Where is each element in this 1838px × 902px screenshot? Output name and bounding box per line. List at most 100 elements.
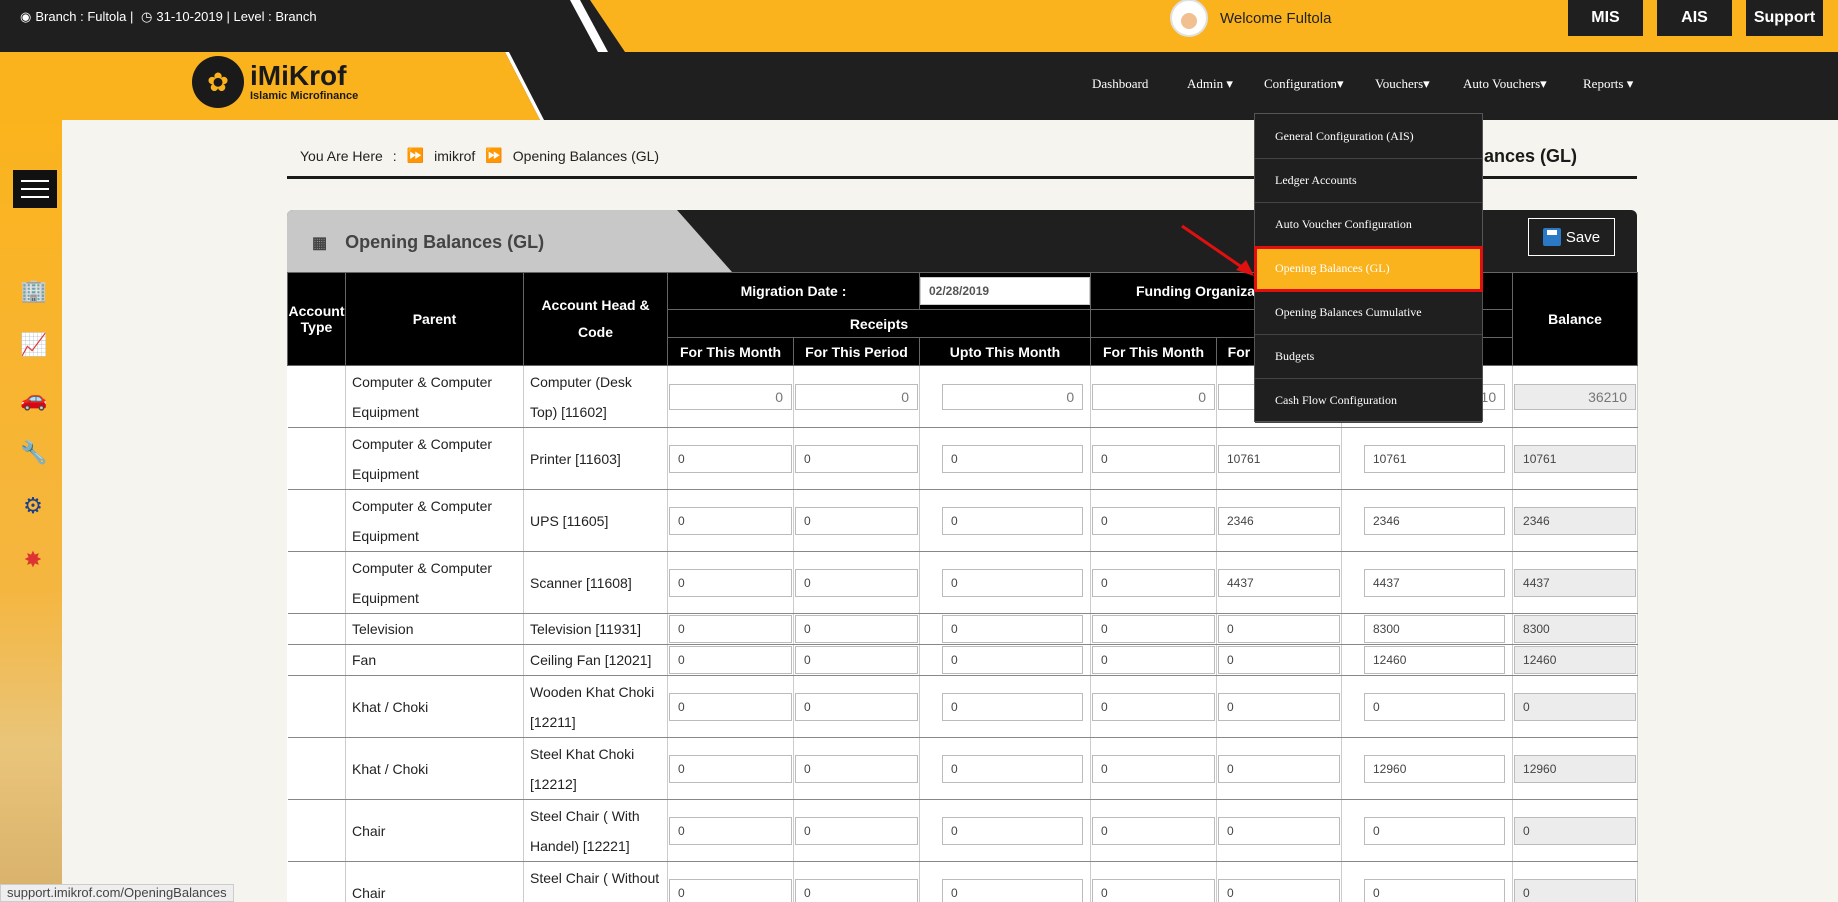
chart-icon[interactable]: 📈 bbox=[20, 332, 47, 358]
amount-input[interactable]: 8300 bbox=[1364, 615, 1506, 643]
amount-input[interactable]: 0 bbox=[1218, 878, 1340, 902]
breadcrumb-root[interactable]: imikrof bbox=[434, 148, 475, 164]
nav-reports[interactable]: Reports ▾ bbox=[1583, 76, 1633, 92]
amount-input[interactable]: 0 bbox=[669, 878, 792, 902]
amount-input[interactable]: 0 bbox=[1364, 878, 1506, 902]
amount-input[interactable]: 0 bbox=[795, 506, 918, 535]
amount-input[interactable]: 0 bbox=[669, 444, 792, 473]
menu-item-opening-balances-cumulative[interactable]: Opening Balances Cumulative bbox=[1255, 291, 1482, 335]
amount-input[interactable]: 0 bbox=[795, 568, 918, 597]
amount-input[interactable]: 0 bbox=[942, 615, 1084, 643]
amount-input[interactable]: 4437 bbox=[1218, 568, 1340, 597]
menu-item-general-configuration-ais[interactable]: General Configuration (AIS) bbox=[1255, 115, 1482, 159]
nav-vouchers[interactable]: Vouchers▾ bbox=[1375, 76, 1430, 92]
menu-item-ledger-accounts[interactable]: Ledger Accounts bbox=[1255, 159, 1482, 203]
amount-cell: 0 bbox=[919, 675, 1091, 738]
amount-input[interactable]: 0 bbox=[669, 646, 792, 674]
amount-cell: 0 bbox=[667, 644, 794, 676]
amount-input[interactable]: 0 bbox=[1092, 568, 1215, 597]
amount-input[interactable]: 0 bbox=[942, 754, 1084, 783]
amount-input[interactable]: 0 bbox=[1092, 444, 1215, 473]
branch-info: ◉ Branch : Fultola | ◷ 31-10-2019 | Level … bbox=[20, 9, 321, 25]
amount-input[interactable]: 0 bbox=[1218, 615, 1340, 643]
nav-admin[interactable]: Admin ▾ bbox=[1187, 76, 1233, 92]
amount-cell: 36210 bbox=[1512, 365, 1639, 428]
amount-input[interactable]: 0 bbox=[1218, 816, 1340, 845]
amount-input[interactable]: 2346 bbox=[1364, 506, 1506, 535]
nav-configuration[interactable]: Configuration▾ bbox=[1264, 76, 1343, 92]
account-head-text: Steel Khat Choki [12212] bbox=[530, 745, 635, 792]
amount-input[interactable]: 12960 bbox=[1364, 754, 1506, 783]
amount-input[interactable]: 0 bbox=[669, 506, 792, 535]
migration-date-cell: 02/28/2019 bbox=[919, 272, 1091, 310]
mis-button[interactable]: MIS bbox=[1568, 0, 1643, 36]
amount-input[interactable]: 0 bbox=[1364, 692, 1506, 721]
amount-input[interactable]: 0 bbox=[942, 568, 1084, 597]
amount-input[interactable]: 0 bbox=[942, 444, 1084, 473]
amount-input[interactable]: 0 bbox=[669, 692, 792, 721]
amount-input[interactable]: 0 bbox=[1364, 816, 1506, 845]
amount-input[interactable]: 0 bbox=[795, 692, 918, 721]
amount-input[interactable]: 0 bbox=[942, 816, 1084, 845]
menu-item-budgets[interactable]: Budgets bbox=[1255, 335, 1482, 379]
amount-input[interactable]: 0 bbox=[942, 878, 1084, 902]
amount-input[interactable]: 0 bbox=[795, 615, 918, 643]
amount-input[interactable]: 0 bbox=[669, 816, 792, 845]
amount-input[interactable]: 0 bbox=[1092, 816, 1215, 845]
ais-button[interactable]: AIS bbox=[1657, 0, 1732, 36]
amount-input[interactable]: 0 bbox=[1218, 754, 1340, 783]
amount-input[interactable]: 0 bbox=[1092, 506, 1215, 535]
building-icon[interactable]: 🏢 bbox=[20, 278, 47, 304]
header-p-month: For This Month bbox=[1090, 337, 1217, 366]
amount-input[interactable]: 0 bbox=[1218, 692, 1340, 721]
menu-item-auto-voucher-configuration[interactable]: Auto Voucher Configuration bbox=[1255, 203, 1482, 247]
amount-input[interactable]: 0 bbox=[669, 568, 792, 597]
parent-cell: Television bbox=[345, 613, 524, 645]
table-row: Chair Steel Chair ( With Handel) [12221] 0… bbox=[287, 799, 1639, 862]
logo[interactable]: ✿ iMiKrof Islamic Microfinance bbox=[192, 56, 358, 108]
nav-auto-vouchers[interactable]: Auto Vouchers▾ bbox=[1463, 76, 1547, 92]
amount-input[interactable]: 0 bbox=[795, 878, 918, 902]
nav-admin-label: Admin bbox=[1187, 76, 1224, 91]
amount-input[interactable]: 0 bbox=[1092, 754, 1215, 783]
parent-text: Chair bbox=[352, 884, 386, 901]
menu-item-opening-balances-gl[interactable]: Opening Balances (GL) bbox=[1254, 246, 1483, 292]
amount-input[interactable]: 0 bbox=[795, 444, 918, 473]
support-button[interactable]: Support bbox=[1746, 0, 1823, 36]
amount-input[interactable]: 0 bbox=[669, 615, 792, 643]
amount-cell: 0 bbox=[1512, 799, 1639, 862]
amount-input[interactable]: 0 bbox=[795, 754, 918, 783]
amount-input[interactable]: 10761 bbox=[1218, 444, 1340, 473]
avatar[interactable] bbox=[1170, 0, 1208, 37]
amount-input[interactable]: 0 bbox=[1092, 646, 1215, 674]
menu-item-cash-flow-configuration[interactable]: Cash Flow Configuration bbox=[1255, 379, 1482, 423]
amount-input[interactable]: 0 bbox=[795, 383, 918, 410]
amount-input[interactable]: 0 bbox=[942, 692, 1084, 721]
nav-dashboard[interactable]: Dashboard bbox=[1092, 76, 1148, 92]
network-icon[interactable]: ✸ bbox=[20, 547, 46, 573]
amount-input[interactable]: 0 bbox=[942, 646, 1084, 674]
table-row: Computer & Computer Equipment UPS [11605]… bbox=[287, 489, 1639, 552]
amount-input[interactable]: 0 bbox=[1092, 383, 1215, 410]
car-icon[interactable]: 🚗 bbox=[20, 386, 47, 412]
amount-input[interactable]: 0 bbox=[1092, 615, 1215, 643]
amount-input[interactable]: 0 bbox=[942, 383, 1084, 410]
amount-input[interactable]: 0 bbox=[1218, 646, 1340, 674]
amount-input[interactable]: 2346 bbox=[1218, 506, 1340, 535]
gears-icon[interactable]: ⚙ bbox=[20, 493, 46, 519]
save-button[interactable]: Save bbox=[1528, 218, 1615, 256]
amount-input[interactable]: 10761 bbox=[1364, 444, 1506, 473]
menu-toggle-button[interactable] bbox=[13, 170, 57, 208]
migration-date-input[interactable]: 02/28/2019 bbox=[920, 277, 1090, 305]
amount-input[interactable]: 0 bbox=[1092, 692, 1215, 721]
amount-input[interactable]: 0 bbox=[795, 646, 918, 674]
user-settings-icon[interactable]: 🔧 bbox=[20, 440, 47, 466]
amount-input[interactable]: 0 bbox=[1092, 878, 1215, 902]
amount-input[interactable]: 0 bbox=[669, 754, 792, 783]
amount-input[interactable]: 12460 bbox=[1364, 646, 1506, 674]
amount-input[interactable]: 0 bbox=[795, 816, 918, 845]
amount-input[interactable]: 4437 bbox=[1364, 568, 1506, 597]
amount-input[interactable]: 0 bbox=[942, 506, 1084, 535]
amount-cell: 0 bbox=[667, 489, 794, 552]
amount-input[interactable]: 0 bbox=[669, 383, 792, 410]
